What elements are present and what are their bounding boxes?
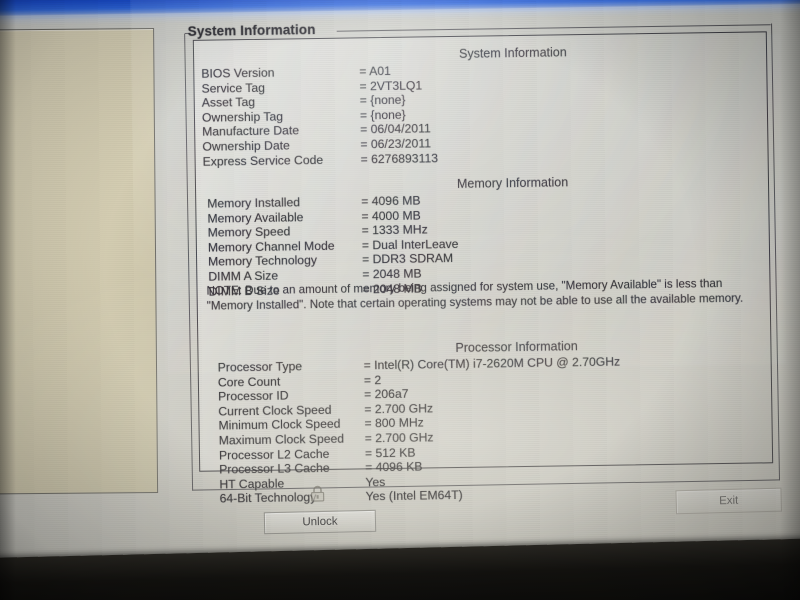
row-label: Service Tag	[201, 80, 266, 96]
row-label: Memory Speed	[207, 224, 291, 240]
row-value: = Dual InterLeave	[361, 236, 459, 253]
row-label: 64-Bit Technology	[219, 490, 317, 506]
row-value: = {none}	[359, 92, 406, 108]
row-label: Processor ID	[218, 388, 289, 404]
row-label: Express Service Code	[202, 152, 324, 169]
row-label: HT Capable	[219, 476, 285, 492]
row-value: = 4096 KB	[365, 459, 423, 475]
row-value: = 800 MHz	[364, 415, 424, 431]
row-label: Processor L3 Cache	[219, 461, 330, 477]
row-value: = 2.700 GHz	[364, 401, 434, 417]
section-heading-processor-information: Processor Information	[455, 339, 578, 355]
padlock-icon	[307, 484, 327, 503]
bios-screen-photo: System Information System Information BI…	[0, 0, 800, 600]
section-heading-memory-information: Memory Information	[456, 175, 569, 191]
bios-nav-panel[interactable]	[0, 27, 159, 495]
row-value: = DDR3 SDRAM	[361, 251, 454, 267]
row-value: = 06/23/2011	[360, 136, 432, 152]
row-label: Maximum Clock Speed	[218, 431, 345, 448]
row-label: Memory Channel Mode	[207, 238, 335, 255]
row-value: = 1333 MHz	[361, 222, 428, 238]
row-value: = A01	[359, 63, 391, 79]
row-value: = 206a7	[363, 386, 409, 402]
row-label: Ownership Date	[202, 138, 290, 154]
exit-button[interactable]: Exit	[675, 487, 783, 515]
row-value: = {none}	[359, 107, 406, 123]
row-label: Minimum Clock Speed	[218, 417, 341, 433]
row-value: = 2VT3LQ1	[359, 78, 423, 93]
row-value: = 6276893113	[360, 150, 439, 166]
row-value: = 4096 MB	[361, 193, 421, 209]
row-label: Asset Tag	[201, 95, 256, 110]
row-value: = 4000 MB	[361, 208, 421, 223]
row-label: Core Count	[217, 374, 281, 390]
row-value: Yes	[365, 474, 386, 490]
unlock-button[interactable]: Unlock	[263, 509, 377, 535]
groupbox-title: System Information	[187, 22, 316, 39]
row-value: = 2.700 GHz	[364, 430, 434, 446]
laptop-screen: System Information System Information BI…	[0, 0, 800, 600]
row-label: Current Clock Speed	[218, 402, 332, 419]
row-value: = 06/04/2011	[360, 121, 431, 137]
row-label: BIOS Version	[201, 65, 275, 81]
row-label: DIMM A Size	[208, 268, 279, 284]
row-value: = 2048 MB	[362, 266, 422, 282]
row-label: Memory Available	[207, 209, 304, 226]
row-label: Memory Technology	[208, 253, 318, 270]
row-label: Processor L2 Cache	[218, 446, 330, 463]
row-value: Yes (Intel EM64T)	[365, 488, 463, 504]
row-value: = 2	[363, 372, 382, 387]
bios-title-bar	[0, 0, 800, 20]
section-heading-system-information: System Information	[458, 45, 567, 61]
row-label: Memory Installed	[207, 195, 301, 211]
row-label: Manufacture Date	[202, 123, 300, 140]
row-label: Processor Type	[217, 359, 303, 375]
row-value: = 512 KB	[364, 445, 416, 460]
row-label: Ownership Tag	[201, 109, 284, 125]
